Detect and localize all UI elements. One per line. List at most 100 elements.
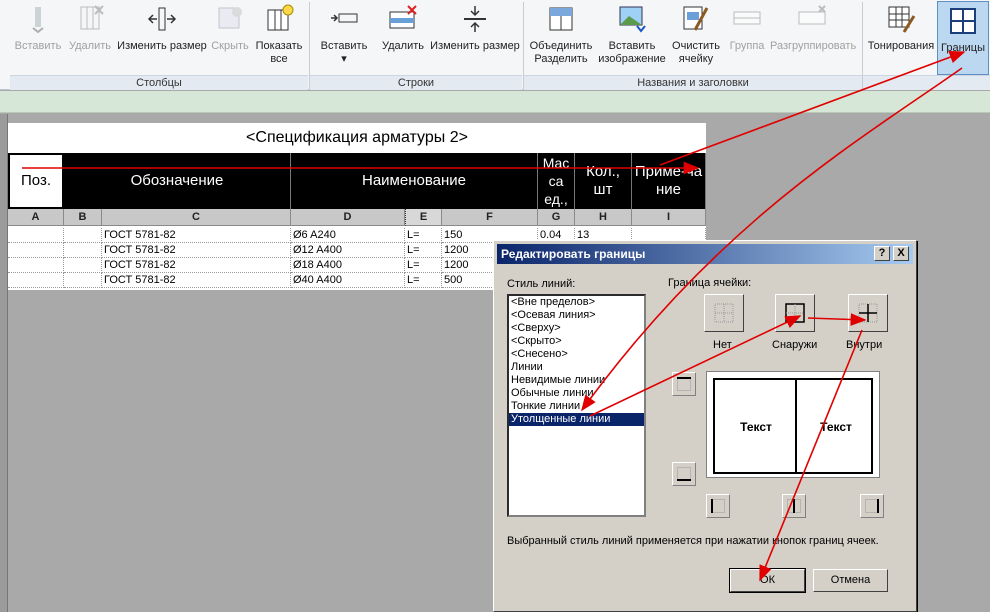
- shading-button[interactable]: Тонирования: [866, 4, 936, 72]
- column-letter[interactable]: C: [102, 209, 291, 226]
- table-cell[interactable]: Ø6 A240: [291, 228, 405, 243]
- borders-button[interactable]: Границы: [937, 1, 989, 75]
- ribbon-cut-edge: [0, 4, 4, 72]
- borders-icon: [950, 8, 976, 34]
- border-outside-button[interactable]: [775, 294, 815, 332]
- table-cell[interactable]: [8, 243, 64, 258]
- line-style-item[interactable]: <Скрыто>: [509, 335, 644, 348]
- table-cell[interactable]: [8, 273, 64, 288]
- table-cell[interactable]: L=: [405, 228, 442, 243]
- table-cell[interactable]: Ø12 A400: [291, 243, 405, 258]
- insert-row-icon: [331, 13, 358, 23]
- border-top-icon: [677, 377, 691, 391]
- column-letter[interactable]: D: [291, 209, 405, 226]
- header-cell-designation[interactable]: Обозначение: [64, 153, 291, 209]
- table-cell[interactable]: L=: [405, 243, 442, 258]
- line-style-item[interactable]: Тонкие линии: [509, 400, 644, 413]
- line-style-item[interactable]: Линии: [509, 361, 644, 374]
- panel-title-appearance: [863, 75, 990, 90]
- line-style-item[interactable]: <Вне пределов>: [509, 296, 644, 309]
- insert-image-icon: [619, 6, 646, 33]
- header-cell-pos[interactable]: Поз.: [8, 153, 64, 209]
- column-letter[interactable]: E: [405, 209, 442, 226]
- border-right-button[interactable]: [860, 494, 884, 518]
- table-cell[interactable]: [64, 273, 102, 288]
- border-bottom-button[interactable]: [672, 462, 696, 486]
- resize-column-button[interactable]: Изменить размер: [116, 4, 208, 72]
- clear-cell-icon: [683, 6, 709, 31]
- help-button[interactable]: ?: [874, 246, 890, 261]
- line-style-item[interactable]: Обычные линии: [509, 387, 644, 400]
- header-cell-mass[interactable]: Мас са ед.,: [538, 153, 575, 209]
- ungroup-button[interactable]: Разгруппировать: [770, 4, 856, 72]
- table-cell[interactable]: [8, 228, 64, 243]
- column-letter[interactable]: B: [64, 209, 102, 226]
- table-cell[interactable]: [64, 243, 102, 258]
- ungroup-icon: [798, 5, 826, 25]
- column-letter[interactable]: H: [575, 209, 632, 226]
- group-button[interactable]: Группа: [724, 4, 770, 72]
- header-cell-name[interactable]: Наименование: [291, 153, 538, 209]
- merge-unmerge-button[interactable]: Объединить Разделить: [526, 4, 596, 72]
- line-style-item[interactable]: Утолщенные линии: [509, 413, 644, 426]
- insert-row-dropdown-icon[interactable]: ▾: [316, 53, 372, 66]
- border-left-button[interactable]: [706, 494, 730, 518]
- table-cell[interactable]: [64, 228, 102, 243]
- show-all-button[interactable]: Показать все: [252, 4, 306, 72]
- border-preview[interactable]: Текст Текст: [706, 371, 880, 478]
- hint-text: Выбранный стиль линий применяется при на…: [507, 535, 879, 547]
- preview-frame: Текст Текст: [713, 378, 873, 474]
- column-letter[interactable]: A: [8, 209, 64, 226]
- line-style-item[interactable]: <Сверху>: [509, 322, 644, 335]
- line-style-item[interactable]: <Осевая линия>: [509, 309, 644, 322]
- border-outside-icon: [785, 303, 805, 323]
- border-bottom-icon: [677, 467, 691, 481]
- table-cell[interactable]: ГОСТ 5781-82: [102, 243, 291, 258]
- table-cell[interactable]: ГОСТ 5781-82: [102, 258, 291, 273]
- line-style-item[interactable]: <Снесено>: [509, 348, 644, 361]
- insert-row-button[interactable]: Вставить ▾: [316, 4, 372, 72]
- border-right-icon: [865, 499, 879, 513]
- insert-image-button[interactable]: Вставить изображение: [596, 4, 668, 72]
- line-style-list[interactable]: <Вне пределов> <Осевая линия> <Сверху> <Скр…: [507, 294, 646, 517]
- resize-row-icon: [464, 6, 486, 32]
- preview-text-right: Текст: [820, 420, 852, 434]
- border-none-button[interactable]: [704, 294, 744, 332]
- table-cell[interactable]: ГОСТ 5781-82: [102, 228, 291, 243]
- table-cell[interactable]: L=: [405, 258, 442, 273]
- column-letter[interactable]: G: [538, 209, 575, 226]
- table-cell[interactable]: L=: [405, 273, 442, 288]
- panel-title-rows: Строки: [310, 75, 522, 90]
- clear-cell-button[interactable]: Очистить ячейку: [668, 4, 724, 72]
- border-center-button[interactable]: [782, 494, 806, 518]
- hide-column-button[interactable]: Скрыть: [208, 4, 252, 72]
- column-letter[interactable]: F: [442, 209, 538, 226]
- ribbon: Вставить Удалить Изменить размер Скрыть …: [0, 0, 990, 90]
- close-button[interactable]: X: [893, 246, 909, 261]
- line-style-label: Стиль линий:: [507, 278, 576, 290]
- preview-text-left: Текст: [740, 420, 772, 434]
- header-cell-qty[interactable]: Кол., шт: [575, 153, 632, 209]
- delete-column-button[interactable]: Удалить: [64, 4, 116, 72]
- merge-unmerge-icon: [549, 7, 573, 31]
- table-cell[interactable]: Ø40 A400: [291, 273, 405, 288]
- table-cell[interactable]: [8, 258, 64, 273]
- delete-column-icon: [80, 5, 104, 30]
- cancel-button[interactable]: Отмена: [813, 569, 888, 592]
- resize-row-button[interactable]: Изменить размер: [430, 4, 520, 72]
- delete-row-button[interactable]: Удалить: [376, 4, 430, 72]
- table-cell[interactable]: [64, 258, 102, 273]
- shading-icon: [888, 6, 916, 33]
- line-style-item[interactable]: Невидимые линии: [509, 374, 644, 387]
- column-letter[interactable]: I: [632, 209, 706, 226]
- ok-button[interactable]: ОК: [729, 568, 806, 593]
- header-cell-note[interactable]: Приме-ча ние: [632, 153, 706, 209]
- table-cell[interactable]: ГОСТ 5781-82: [102, 273, 291, 288]
- border-top-button[interactable]: [672, 372, 696, 396]
- schedule-title[interactable]: <Спецификация арматуры 2>: [8, 123, 706, 153]
- border-inside-button[interactable]: [848, 294, 888, 332]
- insert-column-button[interactable]: Вставить: [12, 4, 64, 72]
- dialog-title-bar[interactable]: Редактировать границы ? X: [497, 244, 913, 264]
- panel-title-titles: Названия и заголовки: [524, 75, 862, 90]
- table-cell[interactable]: Ø18 A400: [291, 258, 405, 273]
